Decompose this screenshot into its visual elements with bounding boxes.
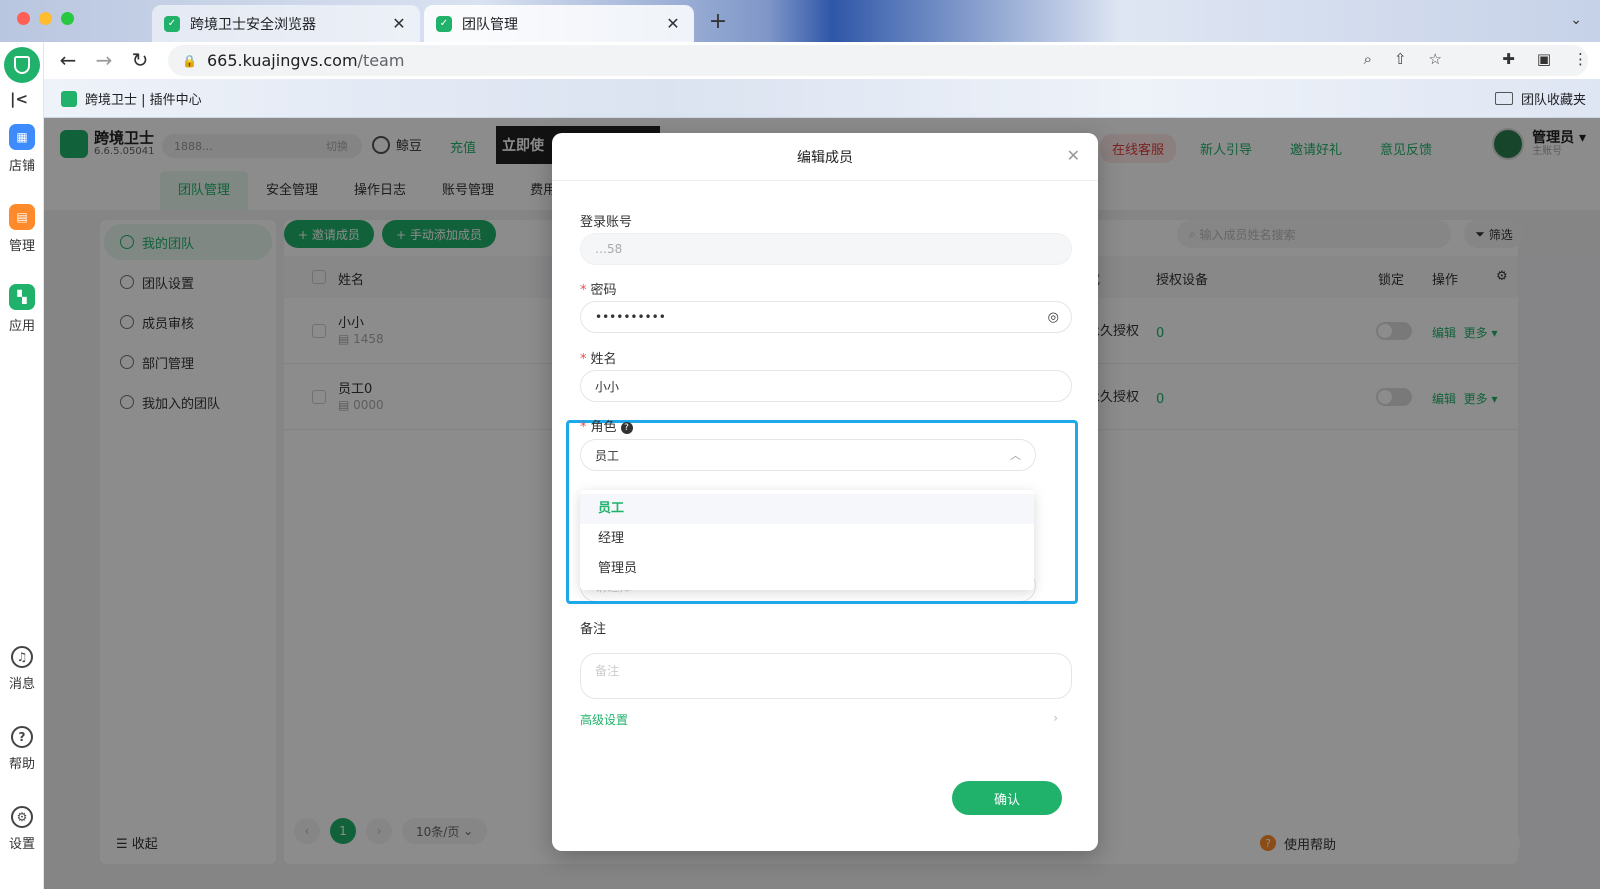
gear-icon: ⚙ bbox=[11, 806, 33, 828]
bookmark-plugin-center[interactable]: 跨境卫士 | 插件中心 bbox=[61, 89, 202, 108]
brand-logo[interactable] bbox=[4, 47, 40, 83]
role-select[interactable]: 员工 ︿ bbox=[580, 439, 1036, 471]
dialog-title: 编辑成员 bbox=[797, 149, 853, 166]
maximize-window-button[interactable] bbox=[61, 12, 74, 25]
help-icon: ? bbox=[11, 726, 33, 748]
bookmarks-bar: 跨境卫士 | 插件中心 团队收藏夹 bbox=[44, 79, 1600, 118]
login-account-field: …58 bbox=[580, 233, 1072, 265]
name-label: * 姓名 bbox=[580, 352, 617, 367]
bell-icon: ♫ bbox=[11, 646, 33, 668]
sidebar-item-apps[interactable]: ▚ 应用 bbox=[0, 284, 44, 334]
folder-icon bbox=[1494, 92, 1513, 105]
apps-icon: ▚ bbox=[9, 284, 35, 310]
sidebar-item-settings[interactable]: ⚙ 设置 bbox=[0, 806, 44, 852]
back-icon[interactable]: ← bbox=[56, 49, 80, 73]
role-option-admin[interactable]: 管理员 bbox=[580, 554, 1034, 584]
bookmark-folder-team[interactable]: 团队收藏夹 bbox=[1494, 89, 1586, 108]
minimize-window-button[interactable] bbox=[39, 12, 52, 25]
password-field[interactable]: •••••••••• ◎ bbox=[580, 301, 1072, 333]
advanced-settings-link[interactable]: 高级设置 › bbox=[580, 711, 1058, 728]
help-icon[interactable]: ? bbox=[620, 421, 633, 434]
shield-icon bbox=[61, 90, 77, 107]
chevron-down-icon[interactable]: ⌄ bbox=[1570, 12, 1582, 28]
share-icon[interactable]: ⇧ bbox=[1394, 50, 1407, 68]
extensions-icon[interactable]: ✚ bbox=[1502, 50, 1515, 68]
chevron-right-icon: › bbox=[1053, 711, 1058, 725]
shield-icon bbox=[14, 56, 30, 74]
role-dropdown: 员工 经理 管理员 bbox=[580, 490, 1034, 590]
reload-icon[interactable]: ↻ bbox=[128, 49, 152, 73]
collapse-sidebar-icon[interactable]: |< bbox=[10, 90, 28, 108]
sidepanel-icon[interactable]: ▣ bbox=[1537, 50, 1551, 68]
sidebar-item-messages[interactable]: ♫ 消息 bbox=[0, 646, 44, 692]
forward-icon[interactable]: → bbox=[92, 49, 116, 73]
browser-toolbar: ← → ↻ 🔒 665.kuajingvs.com/team ⌕ ⇧ ☆ ✚ ▣… bbox=[44, 42, 1600, 79]
zoom-icon[interactable]: ⌕ bbox=[1364, 50, 1372, 68]
menu-icon[interactable]: ⋮ bbox=[1573, 50, 1588, 68]
browser-tab-bar: ✓ 跨境卫士安全浏览器 ✕ ✓ 团队管理 ✕ + ⌄ bbox=[0, 0, 1600, 42]
shield-icon: ✓ bbox=[436, 15, 452, 32]
star-icon[interactable]: ☆ bbox=[1429, 50, 1442, 68]
tab-browser-home[interactable]: ✓ 跨境卫士安全浏览器 ✕ bbox=[152, 5, 420, 42]
confirm-button[interactable]: 确认 bbox=[952, 781, 1062, 815]
password-label: * 密码 bbox=[580, 283, 617, 298]
shield-icon: ✓ bbox=[164, 15, 180, 32]
lock-icon: 🔒 bbox=[182, 53, 197, 68]
close-icon[interactable]: ✕ bbox=[664, 14, 682, 33]
sidebar-item-stores[interactable]: ▦ 店铺 bbox=[0, 124, 44, 174]
tab-title: 跨境卫士安全浏览器 bbox=[190, 16, 316, 33]
close-window-button[interactable] bbox=[17, 12, 30, 25]
new-tab-icon[interactable]: + bbox=[706, 11, 730, 33]
login-account-label: 登录账号 bbox=[580, 215, 633, 230]
eye-off-icon[interactable]: ◎ bbox=[1048, 310, 1059, 325]
extension-sidebar: |< ▦ 店铺 ▤ 管理 ▚ 应用 ♫ 消息 ? 帮助 ⚙ 设置 bbox=[0, 42, 44, 889]
dialog-header: 编辑成员 ✕ bbox=[552, 133, 1098, 181]
close-icon[interactable]: ✕ bbox=[1067, 146, 1080, 165]
role-option-manager[interactable]: 经理 bbox=[580, 524, 1034, 554]
tab-title: 团队管理 bbox=[462, 16, 518, 33]
remark-label: 备注 bbox=[580, 622, 607, 637]
manage-icon: ▤ bbox=[9, 204, 35, 230]
url-text: 665.kuajingvs.com/team bbox=[206, 51, 405, 70]
role-label: * 角色? bbox=[580, 416, 633, 435]
sidebar-item-manage[interactable]: ▤ 管理 bbox=[0, 204, 44, 254]
store-icon: ▦ bbox=[9, 124, 35, 150]
remark-field[interactable]: 备注 bbox=[580, 653, 1072, 699]
sidebar-item-help[interactable]: ? 帮助 bbox=[0, 726, 44, 772]
edit-member-dialog: 编辑成员 ✕ 登录账号 …58 * 密码 •••••••••• ◎ * 姓名 小小 … bbox=[552, 133, 1098, 851]
chevron-up-icon: ︿ bbox=[1010, 449, 1021, 462]
role-option-employee[interactable]: 员工 bbox=[580, 494, 1034, 524]
tab-team-management[interactable]: ✓ 团队管理 ✕ bbox=[424, 5, 694, 42]
name-field[interactable]: 小小 bbox=[580, 370, 1072, 402]
close-icon[interactable]: ✕ bbox=[390, 14, 408, 33]
